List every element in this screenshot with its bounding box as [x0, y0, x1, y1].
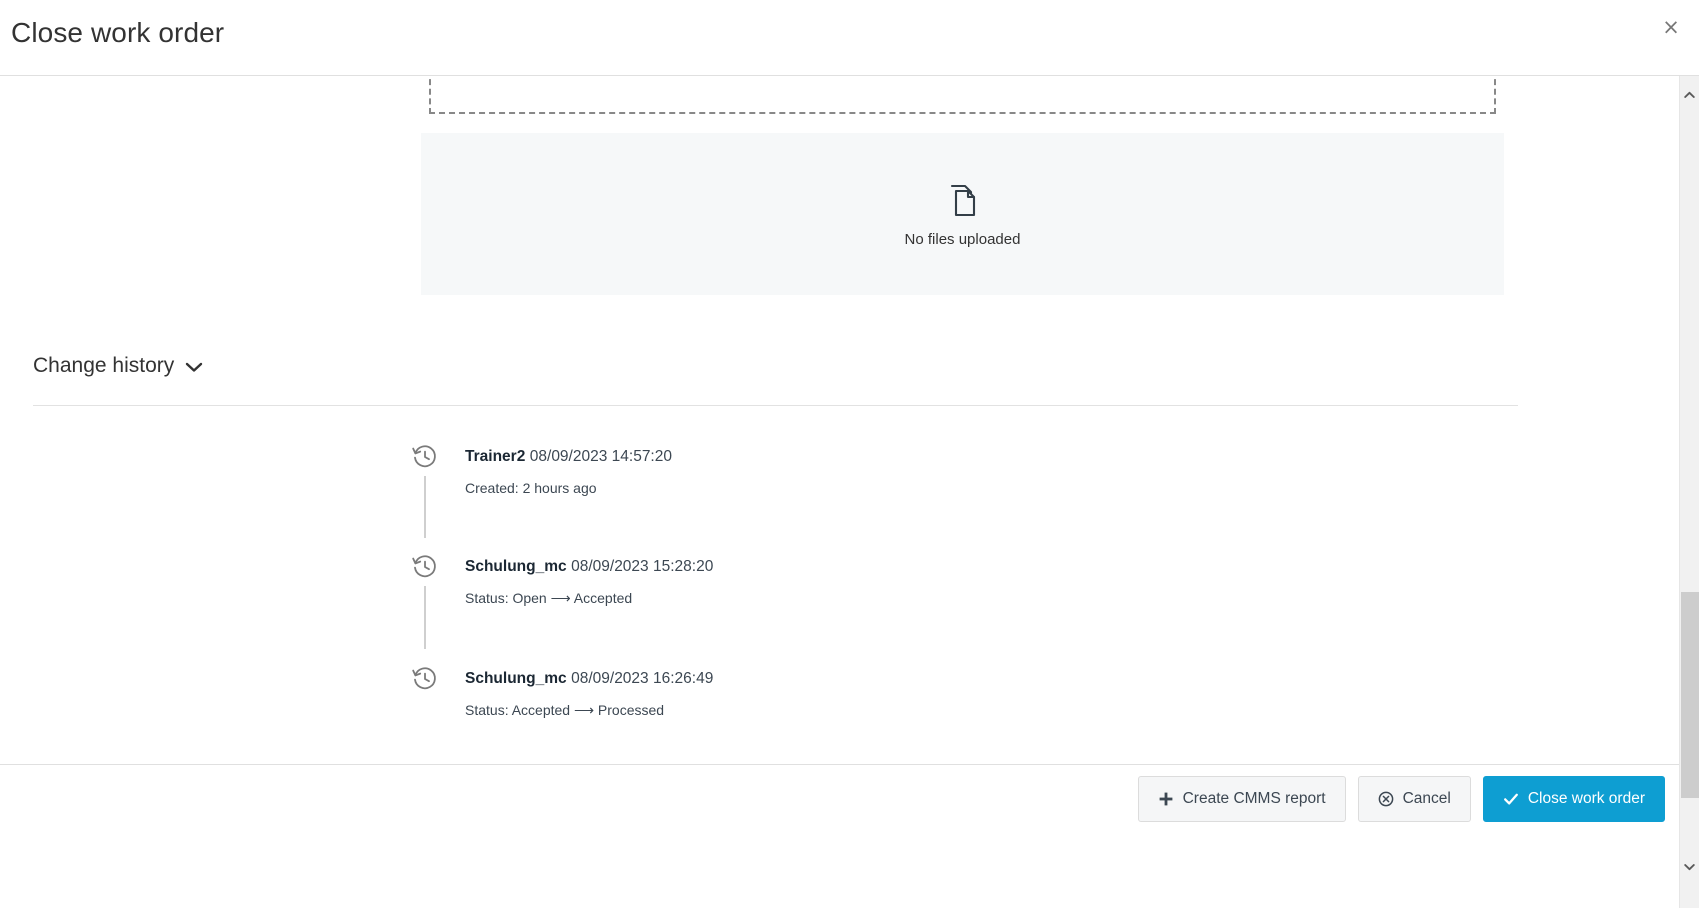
modal-header: Close work order ×: [0, 0, 1699, 76]
list-item: Schulung_mc 08/09/2023 15:28:20 Status: …: [411, 555, 1411, 649]
history-timestamp: 08/09/2023 14:57:20: [529, 448, 672, 465]
history-timestamp: 08/09/2023 16:26:49: [571, 670, 714, 687]
history-user: Schulung_mc: [465, 558, 567, 575]
close-work-order-label: Close work order: [1527, 790, 1645, 807]
history-detail: Status: Accepted ⟶ Processed: [465, 702, 665, 718]
scroll-down-button[interactable]: [1680, 852, 1699, 872]
history-clock-icon: [411, 443, 439, 471]
list-item: Schulung_mc 08/09/2023 16:26:49 Status: …: [411, 667, 1411, 719]
list-item: Trainer2 08/09/2023 14:57:20 Created: 2 …: [411, 445, 1411, 538]
vertical-scrollbar[interactable]: [1679, 76, 1699, 908]
documents-icon: [943, 181, 983, 221]
close-work-order-modal: Close work order × No files uploaded Cha…: [0, 0, 1699, 908]
divider: [33, 405, 1518, 406]
history-detail: Created: 2 hours ago: [465, 480, 597, 496]
attachments-empty-label: No files uploaded: [904, 230, 1021, 248]
change-history-toggle[interactable]: Change history: [33, 354, 203, 378]
change-history-timeline: Trainer2 08/09/2023 14:57:20 Created: 2 …: [411, 445, 1411, 719]
check-icon: [1503, 791, 1519, 807]
create-cmms-report-button[interactable]: Create CMMS report: [1137, 776, 1346, 822]
cancel-label: Cancel: [1402, 790, 1451, 807]
chevron-up-icon: [1684, 86, 1695, 98]
chevron-down-icon: [185, 360, 203, 372]
create-cmms-report-label: Create CMMS report: [1182, 790, 1326, 807]
modal-footer: Create CMMS report Cancel Close work ord…: [0, 764, 1679, 908]
history-clock-icon: [411, 553, 439, 581]
attachments-empty-panel: No files uploaded: [421, 133, 1504, 295]
change-history-label: Change history: [33, 354, 175, 377]
cancel-circle-icon: [1378, 791, 1394, 807]
history-timestamp: 08/09/2023 15:28:20: [571, 558, 714, 575]
history-user: Trainer2: [465, 448, 526, 465]
cancel-button[interactable]: Cancel: [1357, 776, 1471, 822]
history-detail: Status: Open ⟶ Accepted: [465, 590, 633, 606]
plus-icon: [1158, 791, 1174, 807]
close-work-order-button[interactable]: Close work order: [1482, 776, 1665, 822]
footer-actions: Create CMMS report Cancel Close work ord…: [1137, 776, 1665, 822]
close-icon[interactable]: ×: [1657, 13, 1685, 41]
file-dropzone[interactable]: [429, 76, 1496, 114]
history-clock-icon: [411, 665, 439, 693]
chevron-down-icon: [1684, 858, 1695, 871]
history-user: Schulung_mc: [465, 670, 567, 687]
modal-body: No files uploaded Change history Trainer…: [0, 76, 1679, 764]
scroll-up-button[interactable]: [1680, 80, 1699, 100]
page-title: Close work order: [11, 17, 225, 48]
scrollbar-thumb[interactable]: [1681, 592, 1699, 798]
